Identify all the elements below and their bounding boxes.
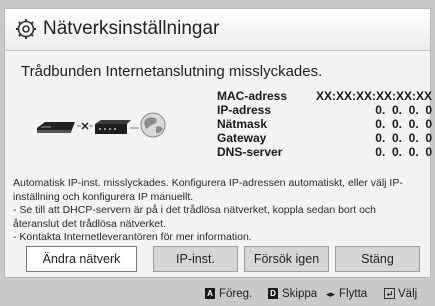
network-info-table: MAC-adress XX:XX:XX:XX:XX:XX IP-adress 0. 0… (217, 89, 432, 159)
device-icon (37, 122, 75, 133)
screen: Nätverksinställningar Trådbunden Interne… (0, 0, 435, 306)
network-info-label: MAC-adress (217, 89, 288, 103)
hint-skip[interactable]: D Skippa (268, 286, 317, 302)
hint-skip-label: Skippa (282, 288, 318, 300)
error-message: Automatisk IP-inst. misslyckades. Konfig… (13, 177, 425, 245)
hint-select: Välj (384, 286, 417, 302)
retry-button[interactable]: Försök igen (244, 246, 329, 272)
a-key-icon: A (205, 288, 215, 300)
network-info-value: 0. 0. 0. 0 (375, 103, 432, 117)
message-line: Automatisk IP-inst. misslyckades. Konfig… (13, 177, 403, 203)
router-icon (95, 120, 131, 134)
hint-previous[interactable]: A Föreg. (205, 286, 252, 302)
connection-status-heading: Trådbunden Internetanslutning misslyckad… (21, 63, 323, 80)
message-line: - Se till att DHCP-servern är på i det t… (13, 204, 377, 230)
ip-settings-button[interactable]: IP-inst. (153, 246, 238, 272)
d-key-icon: D (268, 288, 278, 300)
gear-icon (16, 19, 36, 39)
enter-icon (384, 288, 395, 300)
network-info-value: 0. 0. 0. 0 (375, 131, 432, 145)
dialog-title-bar: Nätverksinställningar (5, 9, 430, 51)
network-settings-dialog: Nätverksinställningar Trådbunden Interne… (4, 8, 432, 278)
hint-previous-label: Föreg. (219, 288, 253, 300)
network-info-row: IP-adress 0. 0. 0. 0 (217, 103, 432, 117)
network-info-row: DNS-server 0. 0. 0. 0 (217, 145, 432, 159)
network-info-value: 0. 0. 0. 0 (375, 117, 432, 131)
footer-hints: A Föreg. D Skippa ◂▸ Flytta Välj (0, 282, 435, 306)
network-info-label: DNS-server (217, 145, 283, 159)
network-info-value: 0. 0. 0. 0 (375, 145, 432, 159)
network-info-label: Gateway (217, 131, 267, 145)
network-info-row: MAC-adress XX:XX:XX:XX:XX:XX (217, 89, 432, 103)
close-button[interactable]: Stäng (335, 246, 420, 272)
hint-move: ◂▸ Flytta (326, 286, 367, 302)
change-network-button[interactable]: Ändra nätverk (26, 246, 137, 272)
hint-move-label: Flytta (339, 288, 368, 301)
x-icon (77, 122, 93, 130)
network-info-value: XX:XX:XX:XX:XX:XX (315, 89, 432, 103)
message-line: - Kontakta Internetleverantören för mer … (13, 231, 252, 243)
dialog-title: Nätverksinställningar (43, 18, 220, 39)
hint-select-label: Välj (398, 288, 418, 300)
network-info-row: Gateway 0. 0. 0. 0 (217, 131, 432, 145)
network-info-label: IP-adress (217, 103, 272, 117)
network-info-label: Nätmask (217, 117, 268, 131)
connection-diagram (37, 112, 166, 138)
arrows-icon: ◂▸ (326, 289, 336, 299)
globe-icon (140, 112, 166, 138)
network-info-row: Nätmask 0. 0. 0. 0 (217, 117, 432, 131)
